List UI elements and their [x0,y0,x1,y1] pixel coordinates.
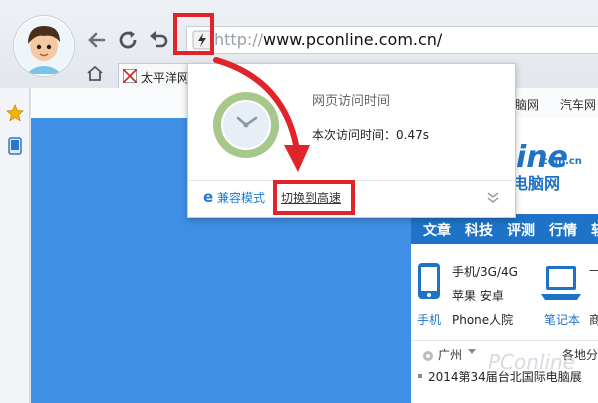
annotation-arrow [213,57,310,172]
